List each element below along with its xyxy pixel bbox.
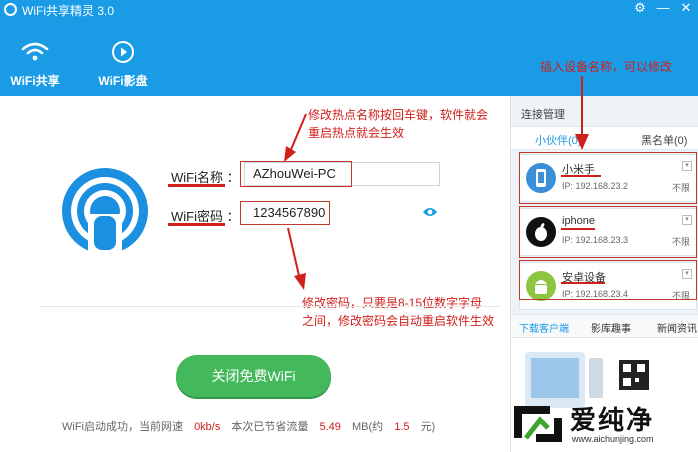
password-annotation: 修改密码，只要是8-15位数字字母 之间，修改密码会自动重启软件生效	[302, 294, 494, 330]
unit-text: MB(约	[351, 421, 384, 433]
toggle-wifi-button[interactable]: 关闭免费WiFi	[176, 355, 331, 397]
money-value: 1.5	[394, 421, 410, 433]
panel-tabs: 小伙伴(0) 黑名单(0)	[511, 126, 698, 150]
app-window: WiFi共享精灵 3.0 ⚙ — ✕ WiFi共享 WiFi影盘 WiFi名称 …	[0, 0, 698, 452]
close-button[interactable]: ✕	[675, 0, 697, 16]
device-highlight-box	[519, 152, 697, 204]
tab-blacklist[interactable]: 黑名单(0)	[641, 132, 687, 148]
device-arrow	[575, 76, 589, 150]
wifi-logo-icon	[60, 166, 150, 259]
device-name-underline	[561, 175, 601, 177]
password-label-underline	[168, 223, 225, 226]
device-name-underline	[561, 282, 605, 284]
watermark-url: www.aichunjing.com	[572, 434, 654, 444]
play-circle-icon	[88, 40, 158, 66]
device-annotation: 插入设备名称，可以修改	[540, 60, 673, 74]
device-highlight-box	[519, 206, 697, 258]
status-text: WiFi启动成功，当前网速	[62, 421, 183, 433]
money-unit: 元)	[420, 421, 436, 433]
tab-label: WiFi影盘	[98, 74, 148, 88]
watermark-logo-icon	[514, 406, 562, 442]
tab-download[interactable]: 下载客户端	[519, 320, 569, 335]
status-bar: WiFi启动成功，当前网速 0kb/s 本次已节省流量 5.49 MB(约 1.…	[62, 418, 435, 434]
minimize-button[interactable]: —	[652, 0, 674, 16]
header-bar: WiFi共享精灵 3.0 ⚙ — ✕ WiFi共享 WiFi影盘	[0, 0, 698, 96]
main-area: WiFi名称 ： AZhouWei-PC WiFi密码 ： 1234567890…	[0, 96, 510, 452]
eye-icon[interactable]	[422, 206, 438, 221]
annotation-line: 之间，修改密码会自动重启软件生效	[302, 314, 495, 328]
ssid-highlight-box	[240, 161, 352, 187]
password-highlight-box	[240, 201, 330, 225]
annotation-line: 修改热点名称按回车键，软件就会	[308, 108, 489, 122]
panel-bottom-tabs: 下载客户端 影库趣事 新闻资讯	[511, 314, 698, 338]
device-name-underline	[561, 228, 595, 230]
watermark-brand: 爱纯净	[570, 405, 655, 435]
speed-value: 0kb/s	[194, 421, 221, 433]
tab-wifi-disk[interactable]: WiFi影盘	[88, 40, 158, 89]
annotation-line: 修改密码，只要是8-15位数字字母	[302, 296, 483, 310]
device-highlight-box	[519, 260, 697, 300]
window-title: WiFi共享精灵 3.0	[22, 4, 115, 18]
ssid-label-underline	[168, 184, 225, 187]
tab-wifi-share[interactable]: WiFi共享	[0, 40, 70, 89]
ssid-arrow	[284, 113, 307, 162]
tab-news[interactable]: 新闻资讯	[657, 320, 697, 335]
watermark: 爱纯净 www.aichunjing.com	[508, 396, 698, 452]
ssid-annotation: 修改热点名称按回车键，软件就会 重启热点就会生效	[308, 106, 488, 142]
annotation-line: 重启热点就会生效	[308, 126, 405, 140]
tab-movies[interactable]: 影库趣事	[591, 320, 631, 335]
password-arrow	[287, 227, 306, 290]
app-logo-icon	[4, 3, 17, 16]
saved-value: 5.49	[319, 421, 341, 433]
divider	[40, 306, 500, 307]
panel-title: 连接管理	[521, 109, 565, 121]
wifi-icon	[0, 40, 70, 66]
gear-icon[interactable]: ⚙	[629, 0, 651, 16]
tab-label: WiFi共享	[10, 74, 60, 88]
saved-label: 本次已节省流量	[231, 421, 309, 433]
